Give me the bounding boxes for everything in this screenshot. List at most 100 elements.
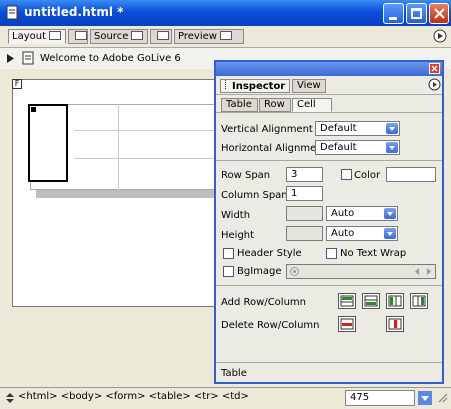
close-icon xyxy=(434,8,445,19)
chevron-down-icon xyxy=(384,208,396,219)
point-and-shoot-icon[interactable] xyxy=(289,266,300,277)
column-span-label: Column Span xyxy=(221,190,288,201)
color-checkbox[interactable] xyxy=(341,169,352,180)
select-value: Default xyxy=(320,142,357,153)
tab-label: Inspector xyxy=(232,81,286,92)
divider xyxy=(216,160,442,161)
page-icon xyxy=(22,51,34,65)
maximize-button[interactable] xyxy=(406,3,427,24)
height-unit-select[interactable]: Auto xyxy=(326,226,398,241)
select-value: Auto xyxy=(331,228,355,239)
delete-row-button[interactable] xyxy=(338,316,356,332)
frame-icon xyxy=(75,31,87,40)
chevron-down-icon xyxy=(386,123,398,134)
horizontal-alignment-select[interactable]: Default xyxy=(315,140,400,155)
chevron-down-icon[interactable] xyxy=(418,391,432,405)
resize-grip-icon[interactable] xyxy=(436,391,448,405)
bgimage-path-field[interactable] xyxy=(286,264,436,279)
inspector-titlebar[interactable] xyxy=(216,62,442,76)
tab-label: Row xyxy=(264,99,285,110)
delete-row-icon xyxy=(340,318,354,330)
no-text-wrap-checkbox[interactable] xyxy=(326,248,337,259)
add-column-right-button[interactable] xyxy=(410,293,428,309)
divider xyxy=(216,112,442,113)
select-value: Default xyxy=(320,123,357,134)
preview-icon xyxy=(219,31,232,40)
tab-frame-editor[interactable] xyxy=(68,29,88,44)
minimize-button[interactable] xyxy=(383,3,404,24)
height-label: Height xyxy=(221,230,255,241)
cell-handle[interactable] xyxy=(31,107,36,112)
tab-layout[interactable]: Layout xyxy=(8,29,66,44)
add-column-left-button[interactable] xyxy=(386,293,404,309)
tab-label: Preview xyxy=(178,31,217,42)
tab-label: Cell xyxy=(297,99,316,110)
width-input[interactable] xyxy=(286,206,323,221)
delete-row-column-label: Delete Row/Column xyxy=(221,320,320,331)
tab-label: Source xyxy=(94,31,129,42)
add-row-icon xyxy=(340,295,354,307)
table-grid-line xyxy=(118,104,119,190)
horizontal-alignment-label: Horizontal Alignment xyxy=(221,143,327,154)
document-icon xyxy=(6,5,18,20)
tab-label: Table xyxy=(226,99,252,110)
width-label: Width xyxy=(221,210,251,221)
arrows-icon[interactable] xyxy=(4,392,16,404)
source-icon xyxy=(131,31,144,40)
row-span-input[interactable]: 3 xyxy=(286,167,323,182)
palette-menu-icon[interactable] xyxy=(428,78,441,91)
subtab-cell[interactable]: Cell xyxy=(292,98,332,112)
table-grid-line xyxy=(74,130,216,131)
tag-path[interactable]: <html> <body> <form> <table> <tr> <td> xyxy=(18,391,249,402)
maximize-icon xyxy=(411,8,422,19)
tab-inspector[interactable]: Inspector xyxy=(220,79,290,93)
outline-icon xyxy=(157,31,169,40)
inspector-close-button[interactable] xyxy=(429,63,440,74)
row-span-label: Row Span xyxy=(221,170,271,181)
chevron-down-icon xyxy=(384,228,396,239)
tab-source[interactable]: Source xyxy=(90,29,148,44)
width-unit-select[interactable]: Auto xyxy=(326,206,398,221)
minimize-icon xyxy=(389,17,397,20)
vertical-alignment-label: Vertical Alignment xyxy=(221,124,313,135)
add-column-icon xyxy=(412,295,426,307)
layout-icon xyxy=(49,31,61,40)
delete-column-icon xyxy=(388,318,402,330)
expand-triangle-icon[interactable] xyxy=(6,53,15,64)
add-row-below-button[interactable] xyxy=(362,293,380,309)
divider xyxy=(216,362,442,363)
add-row-column-label: Add Row/Column xyxy=(221,297,306,308)
close-button[interactable] xyxy=(429,3,449,24)
browse-arrows-icon[interactable] xyxy=(412,266,434,277)
tab-view[interactable]: View xyxy=(292,79,326,93)
subtab-table[interactable]: Table xyxy=(221,98,258,112)
height-input[interactable] xyxy=(286,226,323,241)
tab-preview[interactable]: Preview xyxy=(174,29,244,44)
add-row-icon xyxy=(364,295,378,307)
grip-icon xyxy=(225,80,229,89)
divider xyxy=(216,285,442,286)
options-menu-icon[interactable] xyxy=(433,29,447,43)
header-style-checkbox[interactable] xyxy=(223,248,234,259)
bgimage-label: BgImage xyxy=(237,266,282,277)
page-width-field[interactable]: 475 xyxy=(345,390,415,406)
delete-column-button[interactable] xyxy=(386,316,404,332)
add-column-icon xyxy=(388,295,402,307)
select-value: Auto xyxy=(331,208,355,219)
page-title[interactable]: Welcome to Adobe GoLive 6 xyxy=(40,53,181,64)
close-icon xyxy=(431,65,438,72)
column-span-input[interactable]: 1 xyxy=(286,186,323,201)
inspector-footer-label: Table xyxy=(221,368,247,379)
window-title: untitled.html * xyxy=(24,5,124,19)
tab-label: Layout xyxy=(12,31,46,42)
bgimage-checkbox[interactable] xyxy=(223,266,234,277)
no-text-wrap-label: No Text Wrap xyxy=(340,248,407,259)
tab-label: View xyxy=(297,80,321,91)
selected-cell[interactable] xyxy=(28,104,68,182)
color-swatch[interactable] xyxy=(386,167,436,182)
tab-outline[interactable] xyxy=(150,29,172,44)
subtab-row[interactable]: Row xyxy=(259,98,291,112)
add-row-above-button[interactable] xyxy=(338,293,356,309)
vertical-alignment-select[interactable]: Default xyxy=(315,121,400,136)
form-marker[interactable]: F xyxy=(12,79,22,89)
